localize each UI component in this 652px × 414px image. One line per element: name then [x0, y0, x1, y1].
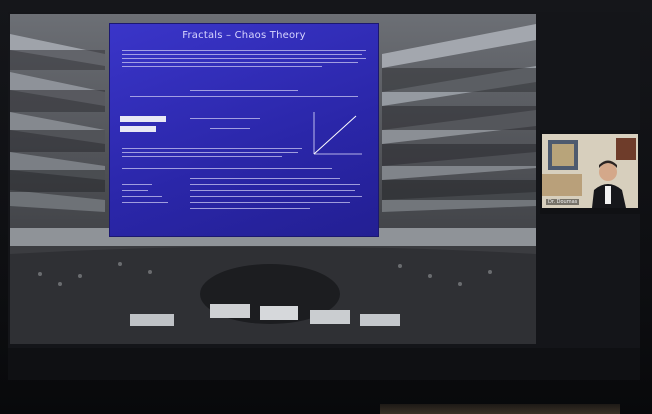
- slide-text-line: [122, 184, 152, 185]
- slide-formula-box: [120, 126, 156, 132]
- participants-panel: Dr. Doumas: [540, 130, 640, 214]
- slide-text-line: [190, 178, 340, 179]
- slide-text-line: [122, 156, 282, 157]
- slide-text-line: [190, 202, 350, 203]
- slide-text-line: [122, 190, 148, 191]
- slide-text-line: [122, 58, 366, 59]
- slide-equation: [190, 118, 260, 119]
- video-call-window: Fractals – Chaos Theory Dr. Doumas: [8, 12, 640, 380]
- slide-text-line: [190, 190, 355, 191]
- slide-text-line: [122, 168, 332, 169]
- slide-equation: [210, 128, 250, 129]
- slide-text-line: [122, 50, 366, 51]
- slide-text-line: [122, 62, 358, 63]
- slide-subtitle-line: [130, 96, 358, 97]
- presentation-slide: Fractals – Chaos Theory: [110, 24, 378, 236]
- slide-text-line: [122, 54, 362, 55]
- slide-text-line: [122, 66, 322, 67]
- presenter-video: [542, 134, 638, 208]
- slide-text-line: [122, 196, 162, 197]
- call-toolbar-area: [8, 348, 640, 380]
- shared-screen-content[interactable]: Fractals – Chaos Theory: [10, 14, 536, 344]
- presenter-video-tile[interactable]: Dr. Doumas: [542, 134, 638, 208]
- slide-text-line: [190, 208, 310, 209]
- slide-plot: [313, 112, 362, 155]
- presenter-name-label: Dr. Doumas: [546, 199, 580, 205]
- desk-reflection: [380, 404, 620, 414]
- slide-formula-box: [120, 116, 166, 122]
- slide-text-line: [122, 202, 168, 203]
- slide-text-line: [190, 196, 362, 197]
- slide-text-line: [122, 152, 298, 153]
- slide-subtitle-line: [190, 90, 298, 91]
- slide-text-line: [122, 148, 302, 149]
- slide-text-line: [190, 184, 360, 185]
- slide-title: Fractals – Chaos Theory: [182, 30, 306, 41]
